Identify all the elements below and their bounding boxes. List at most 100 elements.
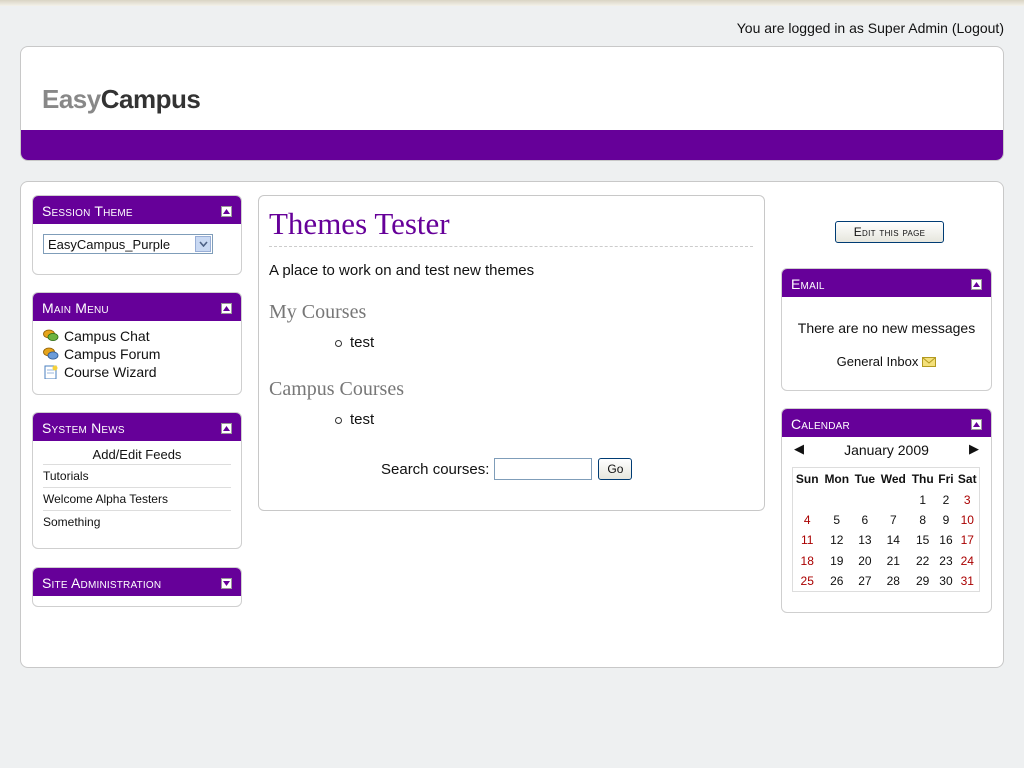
my-courses-list: test: [335, 334, 374, 351]
calendar-day[interactable]: 25: [793, 571, 822, 591]
logo-campus: Campus: [100, 84, 201, 114]
wizard-icon: [43, 365, 59, 379]
next-month-icon[interactable]: ▶: [969, 441, 979, 457]
menu-item-campus-forum[interactable]: Campus Forum: [43, 345, 241, 363]
site-admin-title: Site Administration: [42, 575, 162, 591]
search-input[interactable]: [494, 458, 593, 480]
login-text: You are logged in as Super Admin: [736, 20, 948, 36]
theme-select[interactable]: EasyCampus_Purple: [43, 234, 213, 254]
logo-easy: Easy: [42, 84, 101, 114]
calendar-day[interactable]: 29: [909, 571, 936, 591]
calendar-empty: [793, 490, 822, 510]
campus-courses-heading: Campus Courses: [269, 378, 404, 400]
calendar-day[interactable]: 22: [909, 551, 936, 571]
calendar-day[interactable]: 1: [909, 490, 936, 510]
page-title: Themes Tester: [269, 206, 753, 247]
calendar-day[interactable]: 26: [821, 571, 852, 591]
news-item[interactable]: Welcome Alpha Testers: [43, 487, 231, 510]
calendar-day[interactable]: 24: [956, 551, 980, 571]
inbox-label: General Inbox: [836, 354, 919, 369]
collapse-icon[interactable]: [971, 419, 982, 430]
calendar-day[interactable]: 21: [878, 551, 909, 571]
system-news-title: System News: [42, 420, 125, 436]
weekday-header: Wed: [880, 471, 906, 486]
collapse-icon[interactable]: [221, 206, 232, 217]
collapse-icon[interactable]: [221, 303, 232, 314]
calendar-day[interactable]: 23: [936, 551, 955, 571]
prev-month-icon[interactable]: ◀: [794, 441, 804, 457]
edit-page-button[interactable]: Edit this page: [835, 221, 944, 243]
calendar-empty: [878, 490, 909, 510]
news-item[interactable]: Something: [43, 510, 231, 533]
add-edit-feeds-link[interactable]: Add/Edit Feeds: [33, 447, 241, 462]
chevron-down-icon[interactable]: [195, 236, 211, 252]
calendar-day[interactable]: 6: [852, 510, 878, 530]
go-button[interactable]: Go: [598, 458, 633, 480]
login-info: You are logged in as Super Admin (Logout…: [737, 20, 1004, 36]
menu-item-label: Campus Chat: [64, 328, 150, 344]
email-title: Email: [791, 276, 825, 292]
calendar-day[interactable]: 11: [793, 530, 822, 550]
calendar-day[interactable]: 15: [909, 530, 936, 550]
main-menu-list: Campus Chat Campus Forum Course Wizard: [43, 327, 241, 381]
calendar-month[interactable]: January 2009: [844, 442, 929, 458]
calendar-block: Calendar ◀ January 2009 ▶ Sun Mon Tue Wed Th…: [781, 408, 992, 613]
logout-link[interactable]: (Logout): [952, 20, 1004, 36]
site-logo[interactable]: EasyCampus: [42, 84, 201, 115]
calendar-day[interactable]: 5: [821, 510, 852, 530]
calendar-day[interactable]: 3: [956, 490, 980, 510]
calendar-day[interactable]: 19: [821, 551, 852, 571]
course-link[interactable]: test: [335, 334, 374, 351]
calendar-day[interactable]: 18: [793, 551, 822, 571]
main-menu-block: Main Menu Campus Chat Campus Forum Cours…: [32, 292, 242, 395]
calendar-day[interactable]: 13: [852, 530, 878, 550]
calendar-day[interactable]: 4: [793, 510, 822, 530]
calendar-day[interactable]: 16: [936, 530, 955, 550]
calendar-day[interactable]: 12: [821, 530, 852, 550]
calendar-nav: ◀ January 2009 ▶: [782, 437, 991, 463]
weekday-header: Thu: [911, 471, 934, 486]
main-menu-header: Main Menu: [33, 293, 241, 321]
calendar-day[interactable]: 7: [878, 510, 909, 530]
site-admin-header[interactable]: Site Administration: [33, 568, 241, 596]
calendar-day[interactable]: 8: [909, 510, 936, 530]
calendar-day[interactable]: 27: [852, 571, 878, 591]
calendar-empty: [852, 490, 878, 510]
news-list: Tutorials Welcome Alpha Testers Somethin…: [43, 464, 231, 533]
weekday-header: Sat: [957, 471, 977, 486]
calendar-day[interactable]: 10: [956, 510, 980, 530]
general-inbox-link[interactable]: General Inbox: [782, 354, 991, 369]
collapse-icon[interactable]: [221, 423, 232, 434]
site-header: EasyCampus: [20, 46, 1004, 161]
weekday-header: Fri: [938, 471, 954, 486]
calendar-weekdays: Sun Mon Tue Wed Thu Fri Sat: [793, 468, 980, 490]
calendar-day[interactable]: 31: [956, 571, 980, 591]
menu-item-course-wizard[interactable]: Course Wizard: [43, 363, 241, 381]
calendar-day[interactable]: 28: [878, 571, 909, 591]
calendar-day[interactable]: 20: [852, 551, 878, 571]
chat-icon: [43, 329, 59, 343]
calendar-day[interactable]: 30: [936, 571, 955, 591]
calendar-week: 123: [793, 490, 980, 510]
course-search: Search courses: Go: [381, 458, 633, 480]
session-theme-title: Session Theme: [42, 203, 133, 219]
email-header: Email: [782, 269, 991, 297]
forum-icon: [43, 347, 59, 361]
calendar-day[interactable]: 17: [956, 530, 980, 550]
menu-item-label: Campus Forum: [64, 346, 161, 362]
course-link[interactable]: test: [335, 411, 374, 428]
calendar-week: 4 5 6 7 8 9 10: [793, 510, 980, 530]
calendar-day[interactable]: 9: [936, 510, 955, 530]
session-theme-header: Session Theme: [33, 196, 241, 224]
news-item[interactable]: Tutorials: [43, 464, 231, 487]
nav-bar: [21, 130, 1003, 160]
system-news-header: System News: [33, 413, 241, 441]
expand-icon[interactable]: [221, 578, 232, 589]
weekday-header: Tue: [854, 471, 876, 486]
calendar-week: 25 26 27 28 29 30 31: [793, 571, 980, 591]
calendar-day[interactable]: 14: [878, 530, 909, 550]
menu-item-campus-chat[interactable]: Campus Chat: [43, 327, 241, 345]
main-menu-title: Main Menu: [42, 300, 109, 316]
calendar-day[interactable]: 2: [936, 490, 955, 510]
collapse-icon[interactable]: [971, 279, 982, 290]
